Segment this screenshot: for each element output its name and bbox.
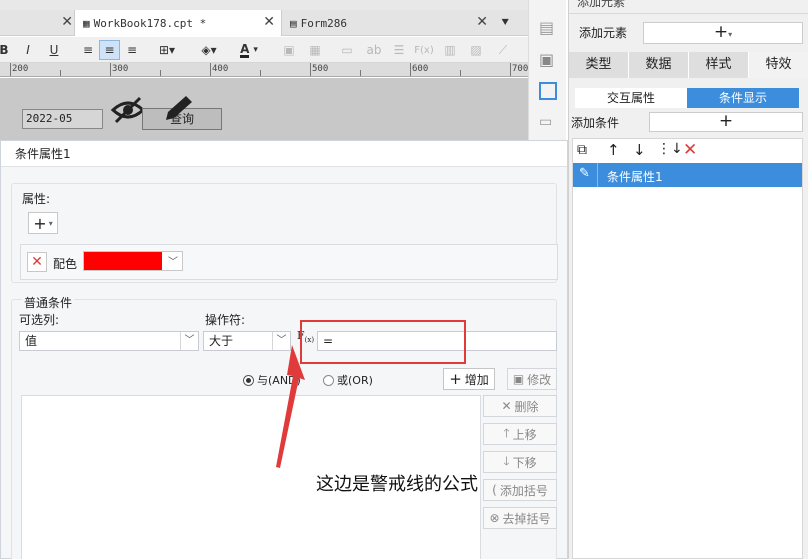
tab-style[interactable]: 样式 xyxy=(689,52,749,78)
column-label: 可选列: xyxy=(19,313,60,327)
selection-icon[interactable] xyxy=(539,82,557,100)
close-icon[interactable]: ✕ xyxy=(61,14,73,30)
layout-icon[interactable]: ▤ xyxy=(539,18,557,37)
remove-attribute-icon[interactable]: ✕ xyxy=(27,252,47,272)
tab-close-prev[interactable]: ✕ xyxy=(59,10,75,36)
formula-icon[interactable]: F(x) xyxy=(412,40,436,60)
parenthesis-icon: ( xyxy=(492,483,497,497)
attributes-group: 属性: + ▾ ✕ 配色 ﹀ xyxy=(11,183,558,283)
highlight-box xyxy=(300,320,466,364)
move-bottom-icon[interactable]: ⋮↓ xyxy=(657,141,683,157)
chart-icon[interactable]: ▥ xyxy=(440,40,460,60)
font-color-button[interactable]: A ▾ xyxy=(232,40,266,60)
property-tabs: 类型 数据 样式 特效 xyxy=(569,52,808,78)
bold-button[interactable]: B xyxy=(0,40,10,60)
arrow-up-icon[interactable]: ↑ xyxy=(607,141,620,159)
color-swatch xyxy=(84,252,162,270)
top-strip xyxy=(0,0,528,10)
tab-label: Form286 xyxy=(300,16,347,30)
table-icon[interactable]: ▦ xyxy=(306,40,324,60)
grid-icon: ▦ xyxy=(83,16,90,30)
delete-button[interactable]: ✕ 删除 xyxy=(483,395,557,417)
form-icon: ▤ xyxy=(290,16,297,30)
list-item[interactable]: ✎ 条件属性1 xyxy=(573,163,802,187)
modify-button[interactable]: ▣ 修改 xyxy=(507,368,557,390)
tab-type[interactable]: 类型 xyxy=(569,52,629,78)
add-condition-button[interactable]: + 增加 xyxy=(443,368,495,390)
color-label: 配色 xyxy=(53,257,78,271)
add-parenthesis-button[interactable]: (添加括号 xyxy=(483,479,557,501)
move-up-button[interactable]: 🡑 上移 xyxy=(483,423,557,445)
color-attribute-row: ✕ 配色 ﹀ xyxy=(20,244,558,280)
text-icon[interactable]: ab xyxy=(364,40,384,60)
add-condition-plus-button[interactable]: + xyxy=(649,112,803,132)
radio-checked-icon xyxy=(243,374,254,386)
side-icon-strip: ▤ ▣ ▭ xyxy=(528,0,566,140)
tab-label: WorkBook178.cpt * xyxy=(93,16,207,30)
arrow-up-icon: 🡑 xyxy=(503,425,510,440)
subtab-interaction[interactable]: 交互属性 xyxy=(575,88,687,108)
add-condition-label: 添加条件 xyxy=(571,116,620,130)
subtab-conditional-display[interactable]: 条件显示 xyxy=(687,88,799,108)
border-icon[interactable]: ⊞▾ xyxy=(152,40,182,60)
edit-icon: ✎ xyxy=(579,166,590,181)
annotation-text: 这边是警戒线的公式 xyxy=(316,474,478,495)
slash-icon[interactable]: ⟋ xyxy=(494,40,512,60)
condition-list-panel: ⧉ ↑ ↓ ⋮↓ ✕ ✎ 条件属性1 xyxy=(572,138,803,559)
add-element-dropdown[interactable]: +▾ xyxy=(643,22,803,44)
fill-color-icon[interactable]: ◈▾ xyxy=(194,40,224,60)
align-center-icon[interactable]: ≡ xyxy=(99,40,120,60)
widget-settings-icon[interactable]: ▣ xyxy=(539,50,557,69)
arrow-down-icon[interactable]: ↓ xyxy=(633,141,646,159)
add-attribute-dropdown[interactable]: + ▾ xyxy=(28,212,58,234)
close-icon[interactable]: ✕ xyxy=(476,14,488,30)
annotation-arrow xyxy=(276,345,305,468)
attributes-label: 属性: xyxy=(22,192,51,206)
remove-parenthesis-icon: ⊗ xyxy=(489,511,500,525)
tab-effects[interactable]: 特效 xyxy=(749,52,808,78)
align-right-icon[interactable]: ≡ xyxy=(122,40,142,60)
editor-tab-bar: ▦ WorkBook178.cpt * ✕ ✕ ▤ Form286 ✕ ⯆ xyxy=(0,10,528,36)
image-icon[interactable]: ▨ xyxy=(466,40,486,60)
ruler: 200 300 400 500 600 700 xyxy=(0,63,528,77)
panel-title: 添加元素 xyxy=(577,0,626,9)
date-widget[interactable]: 2022-05 xyxy=(22,109,103,129)
merge-icon[interactable]: ▣ xyxy=(280,40,298,60)
tab-data[interactable]: 数据 xyxy=(629,52,689,78)
copy-icon[interactable]: ⧉ xyxy=(577,142,587,158)
align-left-icon[interactable]: ≡ xyxy=(78,40,98,60)
chevron-down-icon: ﹀ xyxy=(180,332,198,350)
paragraph-icon[interactable]: ☰ xyxy=(390,40,408,60)
remove-parenthesis-button[interactable]: ⊗ 去掉括号 xyxy=(483,507,557,529)
panel-icon[interactable]: ▭ xyxy=(539,114,557,132)
close-icon: ✕ xyxy=(501,399,512,413)
close-icon[interactable]: ✕ xyxy=(263,14,275,30)
add-element-label: 添加元素 xyxy=(579,26,628,40)
delete-icon[interactable]: ✕ xyxy=(683,140,697,160)
tab-menu-icon[interactable]: ⯆ xyxy=(500,10,520,36)
modify-icon: ▣ xyxy=(512,372,525,386)
right-property-panel: 添加元素 添加元素 +▾ 类型 数据 样式 特效 交互属性 条件显示 添加条件 … xyxy=(568,0,808,559)
edit-pencil-icon xyxy=(166,96,192,120)
arrow-down-icon: 🡓 xyxy=(503,453,510,468)
underline-button[interactable]: U xyxy=(46,40,62,60)
or-radio[interactable]: 或(OR) xyxy=(323,372,373,388)
chevron-down-icon: ﹀ xyxy=(168,257,178,268)
italic-button[interactable]: I xyxy=(20,40,36,60)
plus-icon: + xyxy=(449,370,462,388)
tab-form[interactable]: ▤ Form286 ✕ xyxy=(284,10,494,36)
textbox-icon[interactable]: ▭ xyxy=(338,40,356,60)
tab-workbook[interactable]: ▦ WorkBook178.cpt * ✕ xyxy=(74,10,282,36)
move-down-button[interactable]: 🡓 下移 xyxy=(483,451,557,473)
common-conditions-label: 普通条件 xyxy=(22,294,75,311)
column-select[interactable]: 值 ﹀ xyxy=(19,331,199,351)
dialog-title: 条件属性1 xyxy=(1,141,567,167)
radio-unchecked-icon xyxy=(323,374,334,386)
eye-off-icon xyxy=(110,96,146,124)
format-toolbar: B I U ≡ ≡ ≡ ⊞▾ ◈▾ A ▾ ▣ ▦ ▭ ab ☰ F(x) ▥ ▨… xyxy=(0,37,528,63)
operator-label: 操作符: xyxy=(205,313,246,327)
color-picker[interactable]: ﹀ xyxy=(83,251,183,271)
